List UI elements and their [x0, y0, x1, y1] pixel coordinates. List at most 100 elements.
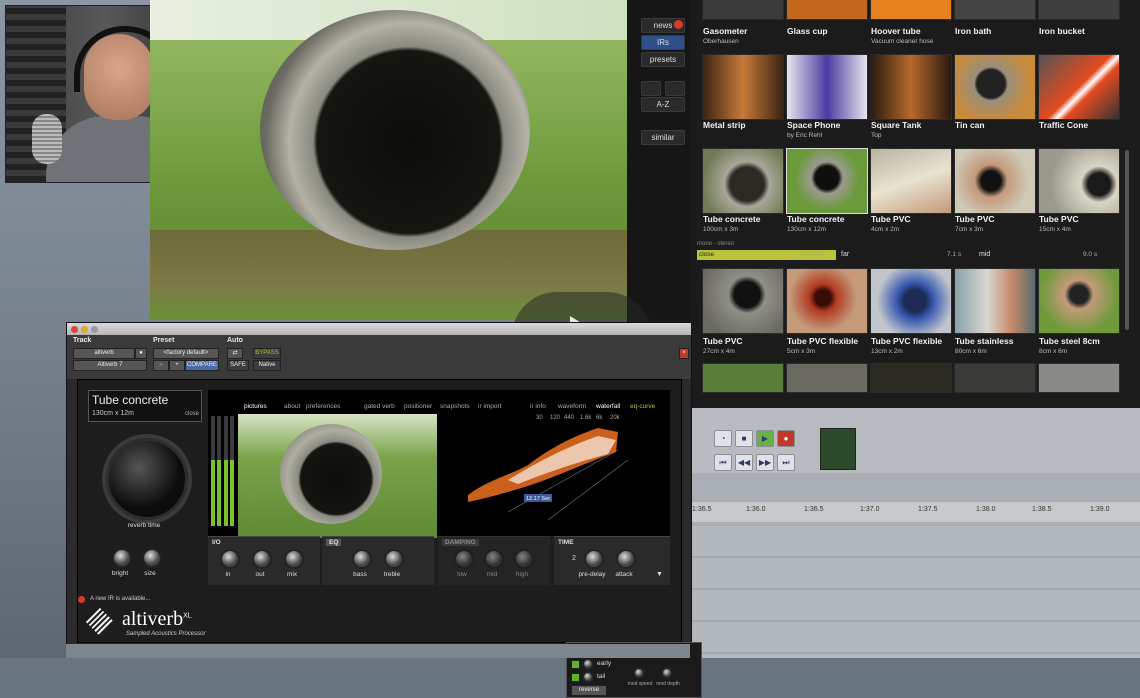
ir-tile[interactable]	[1038, 363, 1120, 393]
predelay-knob[interactable]	[584, 549, 604, 569]
grid-view-icon[interactable]	[665, 81, 685, 96]
record-icon[interactable]: ●	[777, 430, 795, 447]
notice-icon	[674, 20, 683, 29]
mid-filter[interactable]: mid	[979, 251, 990, 258]
safe-button[interactable]: SAFE	[227, 360, 249, 371]
sort-select[interactable]: A-Z	[641, 97, 685, 112]
tab-eq-curve[interactable]: eq-curve	[630, 403, 655, 410]
mid-time: 9.0 s	[1083, 251, 1098, 258]
ir-name-display[interactable]: Tube concrete 130cm x 12m close	[88, 390, 202, 422]
insert-select[interactable]: Altiverb 7	[73, 360, 147, 371]
go-end-icon[interactable]: ⏭	[777, 454, 795, 471]
preset-minus-button[interactable]: −	[153, 360, 169, 371]
ir-tile[interactable]: Tube PVC flexible 13cm x 2m	[870, 268, 952, 358]
minimize-window-icon[interactable]	[81, 326, 88, 333]
track-lanes[interactable]	[690, 526, 1140, 658]
tab-about[interactable]: about	[284, 403, 300, 410]
mod-depth-knob[interactable]	[661, 667, 673, 679]
plugin-close-icon[interactable]: ×	[679, 348, 689, 359]
eq-header[interactable]: EQ	[326, 539, 342, 546]
far-filter[interactable]: far	[841, 251, 849, 258]
early-toggle[interactable]	[571, 660, 580, 669]
timeline-ruler[interactable]: 1:36.5 1:36.0 1:36.5 1:37.0 1:37.5 1:38.…	[690, 502, 1140, 522]
track-b-button[interactable]: ●	[135, 348, 147, 359]
tab-waterfall[interactable]: waterfall	[596, 403, 620, 410]
ir-tile[interactable]	[954, 363, 1036, 393]
damping-header[interactable]: DAMPING	[442, 539, 479, 546]
track-label: Track	[73, 337, 92, 344]
tab-snapshots[interactable]: snapshots	[440, 403, 470, 410]
list-view-icon[interactable]	[641, 81, 661, 96]
attack-knob[interactable]	[616, 549, 636, 569]
ir-tile[interactable]: Metal strip	[702, 54, 784, 144]
expand-icon[interactable]: ▼	[656, 571, 663, 578]
presets-button[interactable]: presets	[641, 52, 685, 67]
fast-forward-icon[interactable]: ▶▶	[756, 454, 774, 471]
tail-toggle[interactable]	[571, 673, 580, 682]
tab-waveform[interactable]: waveform	[558, 403, 586, 410]
ir-tile[interactable]: Tube concrete 130cm x 12m	[786, 148, 868, 238]
irs-button[interactable]: IRs	[641, 35, 685, 50]
ir-tile[interactable]: Square Tank Top	[870, 54, 952, 144]
bypass-button[interactable]: BYPASS	[253, 348, 281, 359]
ir-thumbnail	[870, 268, 952, 334]
ir-tile[interactable]: Space Phone by Eric Rehl	[786, 54, 868, 144]
treble-knob[interactable]	[384, 549, 404, 569]
bass-knob[interactable]	[352, 549, 372, 569]
reverb-time-knob[interactable]	[106, 438, 188, 520]
tab-positioner[interactable]: positioner	[404, 403, 432, 410]
ir-size: 130cm x 12m	[787, 226, 827, 233]
go-start-icon[interactable]: ⏮	[714, 454, 732, 471]
ir-tile[interactable]	[702, 363, 784, 393]
tab-pictures[interactable]: pictures	[244, 403, 267, 410]
tab-ir-import[interactable]: ir import	[478, 403, 501, 410]
tail-knob[interactable]	[582, 671, 594, 683]
track-select[interactable]: altiverb	[73, 348, 135, 359]
ir-tile[interactable]: Tube PVC 7cm x 3m	[954, 148, 1036, 238]
ir-name: Square Tank	[871, 120, 922, 130]
output-meter	[224, 416, 228, 526]
low-knob[interactable]	[454, 549, 474, 569]
mod-speed-knob[interactable]	[633, 667, 645, 679]
ir-name: Tube PVC	[871, 214, 911, 224]
ir-tile[interactable]	[786, 363, 868, 393]
bright-knob[interactable]	[112, 548, 132, 568]
stop-icon[interactable]: ■	[735, 430, 753, 447]
ir-tile[interactable]: Tube PVC 15cm x 4m	[1038, 148, 1120, 238]
tab-ir-info[interactable]: ir info	[530, 403, 546, 410]
ir-tile[interactable]: Traffic Cone	[1038, 54, 1120, 144]
ir-tile[interactable]: Tube PVC 27cm x 4m	[702, 268, 784, 358]
ir-tile[interactable]: Tube stainless 80cm x 6m	[954, 268, 1036, 358]
mid-knob[interactable]	[484, 549, 504, 569]
early-knob[interactable]	[582, 658, 594, 670]
similar-button[interactable]: similar	[641, 130, 685, 145]
ir-tile[interactable]	[870, 363, 952, 393]
compare-button[interactable]: COMPARE	[185, 360, 219, 371]
ir-tile[interactable]: Tin can	[954, 54, 1036, 144]
out-knob[interactable]	[252, 549, 272, 569]
preset-plus-button[interactable]: +	[169, 360, 185, 371]
ir-tile[interactable]: Tube concrete 100cm x 3m	[702, 148, 784, 238]
plugin-titlebar[interactable]	[67, 323, 691, 335]
tab-preferences[interactable]: preferences	[306, 403, 340, 410]
ir-tile[interactable]: Tube PVC flexible 5cm x 3m	[786, 268, 868, 358]
preset-select[interactable]: <factory default>	[153, 348, 219, 359]
close-window-icon[interactable]	[71, 326, 78, 333]
ir-available-notice[interactable]: A new IR is available...	[90, 596, 150, 602]
in-knob[interactable]	[220, 549, 240, 569]
browser-scrollbar[interactable]	[1125, 150, 1129, 330]
online-icon[interactable]: ◔	[714, 430, 732, 447]
timeline-tick: 1:36.0	[746, 506, 766, 513]
zoom-window-icon[interactable]	[91, 326, 98, 333]
high-knob[interactable]	[514, 549, 534, 569]
rewind-icon[interactable]: ◀◀	[735, 454, 753, 471]
ir-tile[interactable]: Tube steel 8cm 8cm x 6m	[1038, 268, 1120, 358]
play-icon[interactable]: ▶	[756, 430, 774, 447]
auto-button[interactable]: ⇄	[227, 348, 243, 359]
ir-tile[interactable]: Tube PVC 4cm x 2m	[870, 148, 952, 238]
size-knob[interactable]	[142, 548, 162, 568]
mix-knob[interactable]	[284, 549, 304, 569]
tab-gated-verb[interactable]: gated verb	[364, 403, 395, 410]
reverse-button[interactable]: reverse	[571, 685, 607, 696]
concrete-pipe	[260, 10, 530, 250]
